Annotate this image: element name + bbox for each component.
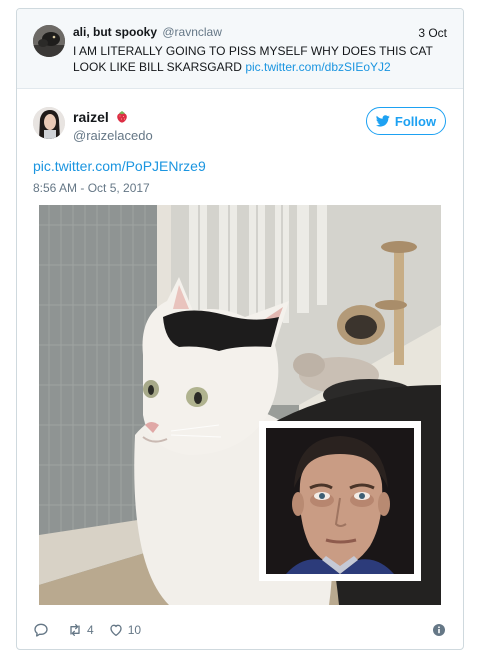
reply-button[interactable]	[33, 622, 53, 638]
inset-portrait-image	[266, 428, 414, 574]
tweet-media-link[interactable]: pic.twitter.com/PoPJENrze9	[33, 158, 206, 174]
parent-tweet[interactable]: ali, but spooky @ravnclaw 3 Oct I AM LIT…	[17, 9, 463, 89]
author-handle[interactable]: @raizelacedo	[73, 128, 153, 143]
author-name-row[interactable]: raizel	[73, 109, 128, 125]
tweet-photo[interactable]	[39, 205, 441, 605]
parent-text: I AM LITERALLY GOING TO PISS MYSELF WHY …	[73, 43, 453, 75]
retweet-count: 4	[87, 623, 94, 637]
inset-portrait	[259, 421, 421, 581]
tweet-actions: 4 10	[33, 621, 155, 639]
like-button[interactable]: 10	[108, 622, 141, 638]
info-icon	[433, 624, 445, 636]
author-avatar[interactable]	[33, 107, 65, 139]
reply-icon	[34, 623, 48, 637]
retweet-button[interactable]: 4	[67, 622, 94, 638]
like-count: 10	[127, 623, 142, 637]
info-button[interactable]	[433, 623, 445, 636]
retweet-icon	[70, 624, 80, 636]
heart-icon	[110, 624, 122, 636]
tweet-timestamp[interactable]: 8:56 AM - Oct 5, 2017	[33, 181, 150, 195]
parent-date[interactable]: 3 Oct	[418, 26, 447, 40]
twitter-bird-icon	[375, 115, 390, 127]
parent-author-name[interactable]: ali, but spooky	[73, 25, 157, 39]
follow-label: Follow	[394, 113, 437, 129]
parent-media-link[interactable]: pic.twitter.com/dbzSIEoYJ2	[245, 60, 390, 74]
parent-avatar[interactable]	[33, 25, 65, 57]
follow-button[interactable]: Follow	[366, 107, 446, 135]
embedded-tweet-card: ali, but spooky @ravnclaw 3 Oct I AM LIT…	[16, 8, 464, 650]
parent-author[interactable]: ali, but spooky @ravnclaw	[73, 25, 222, 39]
author-name[interactable]: raizel	[73, 109, 109, 125]
parent-author-handle[interactable]: @ravnclaw	[162, 25, 222, 39]
strawberry-icon	[116, 110, 128, 123]
